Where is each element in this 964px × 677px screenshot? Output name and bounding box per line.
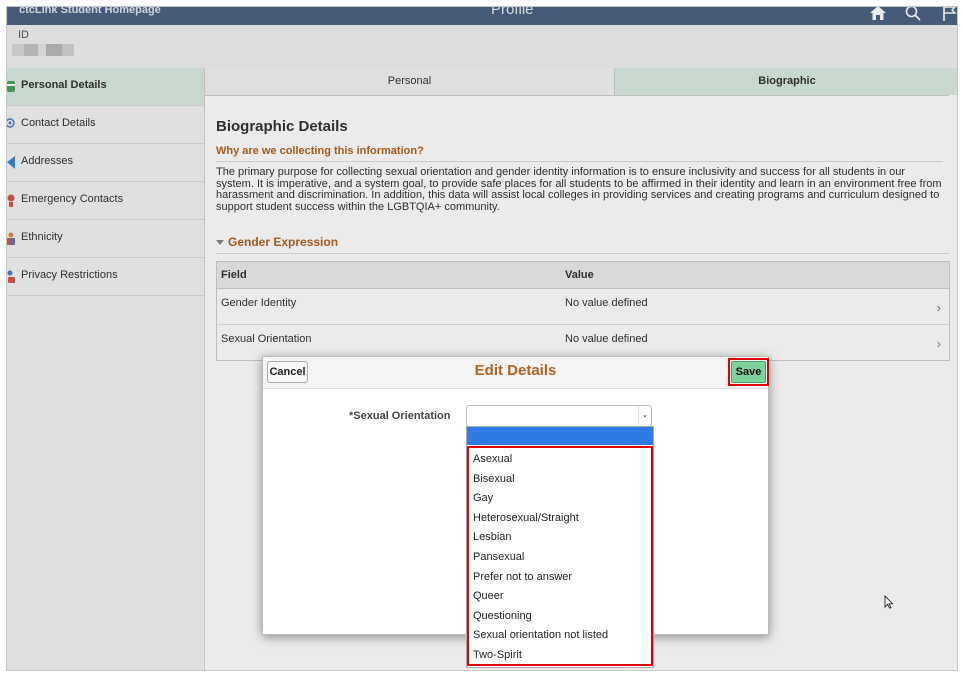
dropdown-option[interactable]: Questioning: [473, 610, 532, 622]
dropdown-option[interactable]: Bisexual: [473, 473, 515, 485]
save-button[interactable]: Save: [731, 361, 766, 383]
dropdown-option[interactable]: Queer: [473, 590, 504, 602]
sexual-orientation-select[interactable]: ⌄: [466, 405, 652, 427]
dropdown-option[interactable]: Two-Spirit: [473, 649, 522, 661]
app-window: ctcLink Student Homepage Profile ID Pers…: [6, 6, 958, 671]
chevron-down-icon: ⌄: [638, 406, 651, 424]
mouse-pointer-icon: [884, 595, 894, 609]
sexual-orientation-options: Asexual Bisexual Gay Heterosexual/Straig…: [466, 426, 654, 668]
dropdown-option[interactable]: Asexual: [473, 453, 512, 465]
save-highlight-box: Save: [728, 358, 769, 386]
dropdown-option[interactable]: Heterosexual/Straight: [473, 512, 579, 524]
dropdown-option-blank-selected[interactable]: [467, 427, 653, 445]
dropdown-option[interactable]: Lesbian: [473, 531, 512, 543]
dropdown-option[interactable]: Gay: [473, 492, 493, 504]
dropdown-option[interactable]: Prefer not to answer: [473, 571, 572, 583]
modal-title: Edit Details: [474, 362, 557, 379]
dropdown-option[interactable]: Pansexual: [473, 551, 524, 563]
sexual-orientation-label: *Sexual Orientation: [349, 410, 451, 422]
dropdown-option[interactable]: Sexual orientation not listed: [473, 629, 608, 641]
modal-header: Cancel Edit Details Save: [263, 357, 769, 389]
edit-details-modal: Cancel Edit Details Save *Sexual Orienta…: [262, 356, 769, 668]
